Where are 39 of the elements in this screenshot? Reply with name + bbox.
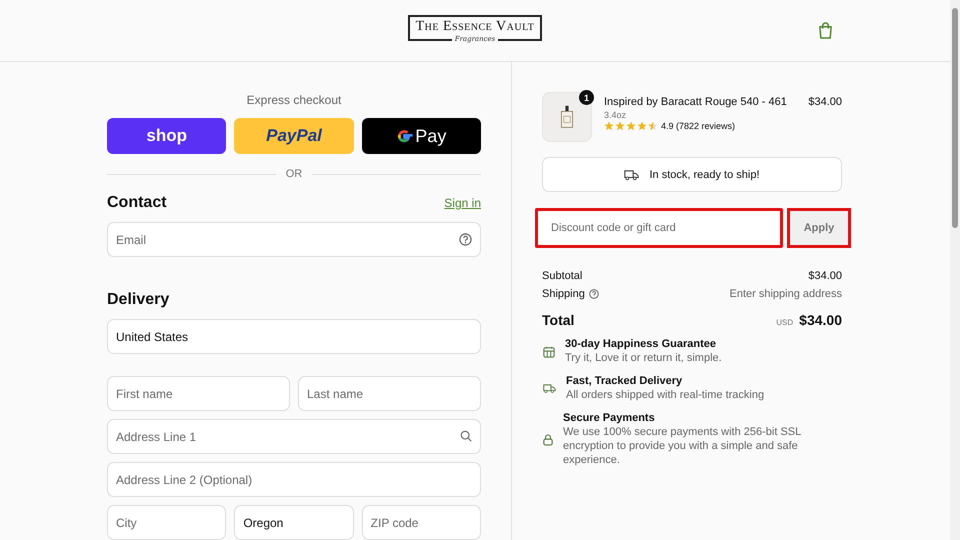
total-value: $34.00 (799, 312, 842, 328)
or-divider-label: OR (286, 168, 302, 180)
email-field[interactable]: Email (107, 222, 481, 257)
input-field[interactable]: Last name (298, 376, 481, 411)
express-checkout-label: Express checkout (246, 93, 342, 107)
logo-title: The Essence Vault (416, 19, 534, 35)
subtotal-label: Subtotal (542, 270, 582, 282)
delivery-heading: Delivery (107, 291, 170, 309)
product-name: Inspired by Baracatt Rouge 540 - 461 (604, 96, 788, 108)
feature-title: Fast, Tracked Delivery (566, 375, 684, 387)
feature-title: 30-day Happiness Guarantee (565, 338, 718, 350)
contact-heading: Contact (107, 194, 167, 212)
total-label: Total (542, 312, 574, 328)
quantity-badge: 1 (579, 90, 594, 105)
google-pay-button[interactable]: Pay (362, 118, 481, 154)
stock-text: In stock, ready to ship! (649, 168, 760, 180)
feature-description: Try it, Love it or return it, simple. (565, 351, 723, 365)
shipping-label: Shipping (542, 288, 585, 300)
subtotal-value: $34.00 (808, 270, 842, 282)
input-field[interactable]: ZIP code (362, 505, 481, 540)
feature-title: Secure Payments (563, 412, 656, 424)
input-field[interactable]: Address Line 1 (107, 419, 481, 454)
discount-code-field[interactable]: Discount code or gift card (535, 208, 783, 248)
feature-description: We use 100% secure payments with 256-bit SSL encryption to provide you with a simple and safe experience. (563, 425, 802, 467)
currency-code: USD (776, 318, 794, 327)
input-field[interactable]: Address Line 2 (Optional) (107, 462, 481, 497)
feature-description: All orders shipped with real-time tracking (566, 388, 766, 402)
rating-text: 4.9 (7822 reviews) (661, 121, 736, 131)
input-field[interactable]: First name (107, 376, 290, 411)
product-price: $34.00 (808, 95, 842, 108)
select-field[interactable]: United States (107, 319, 481, 354)
apply-button[interactable]: Apply (787, 208, 851, 248)
paypal-button[interactable]: PayPal (234, 118, 354, 154)
shop-pay-button[interactable]: shop (107, 118, 226, 154)
select-field[interactable]: Oregon (234, 505, 354, 540)
input-field[interactable]: City (107, 505, 226, 540)
shipping-value: Enter shipping address (729, 288, 842, 300)
sign-in-link[interactable]: Sign in (444, 196, 481, 210)
product-size: 3.4oz (604, 110, 628, 120)
